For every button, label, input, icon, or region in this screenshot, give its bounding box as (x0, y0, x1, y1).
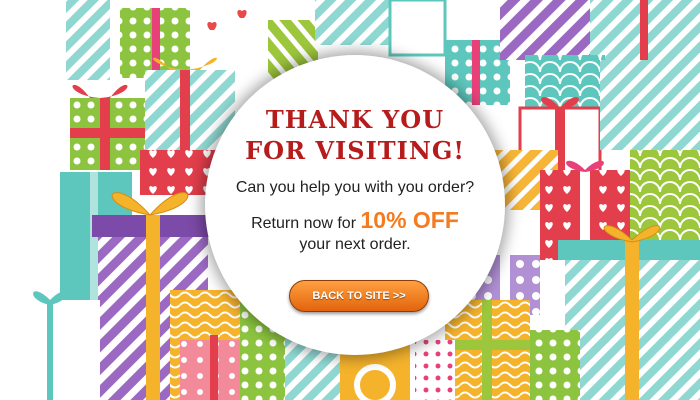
thank-you-page: THANK YOU FOR VISITING! Can you help you… (0, 0, 700, 400)
next-order-text: your next order. (299, 236, 411, 253)
back-to-site-button[interactable]: BACK TO SITE >> (289, 280, 429, 312)
title-line-2: FOR VISITING! (245, 136, 465, 165)
return-offer-prefix: Return now for (251, 215, 361, 232)
help-message: Can you help you with you order? (235, 179, 475, 196)
thank-you-title: THANK YOU FOR VISITING! (205, 104, 505, 166)
title-line-1: THANK YOU (265, 105, 445, 134)
discount-offer: 10% OFF (360, 207, 459, 233)
return-offer-line: Return now for 10% OFF (205, 205, 505, 239)
